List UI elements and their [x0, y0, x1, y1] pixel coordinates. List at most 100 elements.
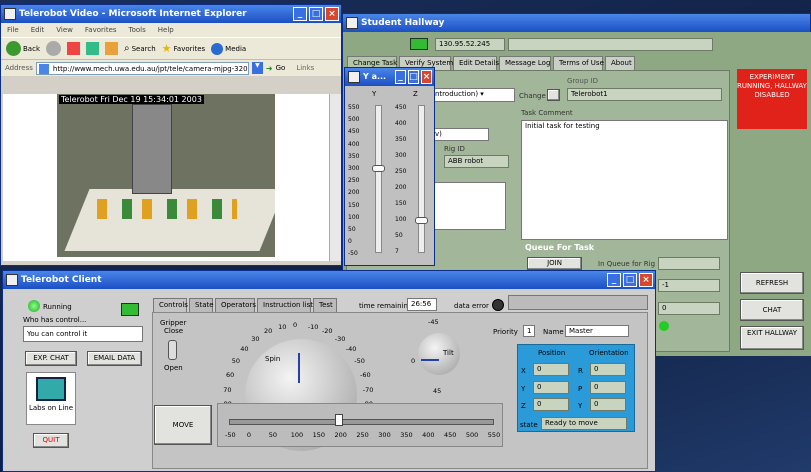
y-tick: 150 — [348, 201, 360, 209]
close-button[interactable]: × — [639, 273, 653, 287]
ie-window: Telerobot Video - Microsoft Internet Exp… — [0, 4, 342, 266]
menu-item-favorites[interactable]: Favorites — [85, 23, 117, 37]
experiment-status: EXPERIMENT RUNNING, HALLWAY DISABLED — [737, 69, 807, 129]
chat-button[interactable]: CHAT — [740, 299, 804, 321]
ip-field: 130.95.52.245 — [435, 38, 505, 51]
y-slider-knob[interactable] — [372, 164, 385, 172]
menu-item-file[interactable]: File — [7, 23, 19, 37]
y-tick: 250 — [348, 177, 360, 185]
forward-arrow-icon[interactable] — [46, 41, 61, 56]
y-tick: 450 — [348, 128, 360, 136]
z-slider-knob[interactable] — [415, 216, 428, 224]
menu-item-view[interactable]: View — [56, 23, 73, 37]
close-label: Close — [164, 327, 184, 335]
exit-hallway-button[interactable]: EXIT HALLWAY — [740, 326, 804, 350]
rig-id-field: ABB robot — [444, 155, 509, 168]
y-tick: -50 — [348, 250, 358, 258]
yz-title: Y a... — [363, 72, 387, 81]
slider-tick: 250 — [356, 431, 369, 439]
links-label[interactable]: Links — [296, 64, 314, 72]
media-icon — [211, 42, 224, 55]
hallway-list-box[interactable] — [431, 182, 506, 230]
search-label: Search — [131, 44, 156, 53]
y-axis-label: Y — [372, 90, 377, 98]
menu-item-help[interactable]: Help — [158, 23, 174, 37]
refresh-button[interactable]: REFRESH — [740, 272, 804, 294]
maximize-button[interactable]: □ — [408, 70, 419, 84]
tab-about[interactable]: About — [605, 56, 635, 70]
join-button[interactable]: JOIN — [527, 257, 582, 270]
y-tick: 200 — [348, 189, 360, 197]
close-button[interactable]: × — [421, 70, 432, 84]
name-label: Name — [543, 328, 564, 336]
y-slider-track[interactable] — [375, 105, 382, 253]
z-tick: 200 — [395, 184, 407, 191]
tilt-tick: 45 — [433, 387, 442, 395]
spin-tick: -10 — [307, 322, 319, 331]
tab-message-log[interactable]: Message Log — [499, 56, 551, 70]
tab-edit-details[interactable]: Edit Details — [453, 56, 499, 70]
close-button[interactable]: × — [325, 7, 339, 21]
task-comment-box[interactable]: Initial task for testing — [521, 120, 728, 240]
tab-test[interactable]: Test — [313, 298, 337, 312]
slider-track[interactable] — [229, 419, 494, 425]
task-comment-label: Task Comment — [521, 109, 573, 117]
maximize-button[interactable]: □ — [623, 273, 637, 287]
media-button[interactable]: Media — [211, 42, 247, 55]
search-button[interactable]: ⌕ Search — [124, 43, 156, 54]
y-tick: 100 — [348, 213, 360, 221]
client-title-bar: Telerobot Client _ □ × — [3, 271, 655, 289]
task-dropdown[interactable]: ntroduction) ▾ — [431, 88, 515, 102]
move-button[interactable]: MOVE — [154, 405, 212, 445]
queue-led — [659, 321, 669, 331]
ori-p-label: P — [578, 385, 583, 393]
media-label: Media — [225, 44, 247, 53]
url-text: http://www.mech.uwa.edu.au/jpt/tele/came… — [52, 64, 249, 73]
home-icon[interactable] — [105, 42, 118, 55]
gripper-toggle[interactable] — [168, 340, 177, 360]
tab-controls[interactable]: Controls — [153, 298, 188, 313]
y-tick: 350 — [348, 152, 360, 160]
ie-scrollbar[interactable] — [329, 94, 341, 261]
refresh-icon[interactable] — [86, 42, 99, 55]
favorites-button[interactable]: ★ Favorites — [162, 42, 206, 55]
menu-item-edit[interactable]: Edit — [31, 23, 45, 37]
maximize-button[interactable]: □ — [309, 7, 323, 21]
spin-tick: 50 — [231, 357, 240, 366]
tilt-needle — [421, 359, 439, 361]
name-field[interactable]: Master — [565, 325, 629, 337]
z-slider-track[interactable] — [418, 105, 425, 253]
back-button[interactable]: Back — [6, 41, 40, 56]
stop-icon[interactable] — [67, 42, 80, 55]
in-queue-label: In Queue for Rig — [598, 260, 656, 268]
email-data-button[interactable]: EMAIL DATA — [87, 351, 142, 366]
minimize-button[interactable]: _ — [395, 70, 406, 84]
tab-terms-of-use[interactable]: Terms of Use — [553, 56, 604, 70]
tab-state[interactable]: State — [189, 298, 214, 312]
tab-instruction-list[interactable]: Instruction list — [257, 298, 313, 312]
labs-online-logo[interactable]: Labs on Line — [26, 372, 76, 425]
menu-item-tools[interactable]: Tools — [129, 23, 146, 37]
tab-operators[interactable]: Operators — [215, 298, 256, 312]
minimize-button[interactable]: _ — [607, 273, 621, 287]
y-tick: 550 — [348, 104, 360, 111]
go-button[interactable]: Go — [276, 64, 286, 72]
slider-tick: 300 — [378, 431, 391, 439]
running-label: Running — [43, 303, 72, 311]
pos-z-field: 0 — [533, 398, 569, 411]
go-arrow-icon[interactable]: ➜ — [266, 64, 273, 73]
priority-field[interactable]: 1 — [523, 325, 535, 337]
y-tick: 300 — [348, 165, 360, 172]
ori-r-label: R — [578, 367, 583, 375]
url-input[interactable]: http://www.mech.uwa.edu.au/jpt/tele/came… — [35, 61, 249, 75]
exp-chat-button[interactable]: EXP. CHAT — [25, 351, 77, 366]
minimize-button[interactable]: _ — [293, 7, 307, 21]
page-icon — [38, 63, 49, 74]
camera-blocks — [97, 199, 237, 219]
slider-knob[interactable] — [334, 414, 343, 426]
change-button[interactable] — [547, 89, 560, 101]
connection-led — [121, 303, 139, 316]
dropdown-icon[interactable]: ▼ — [251, 62, 263, 74]
quit-button[interactable]: QUIT — [33, 433, 69, 448]
slider-tick: 550 — [487, 431, 501, 439]
